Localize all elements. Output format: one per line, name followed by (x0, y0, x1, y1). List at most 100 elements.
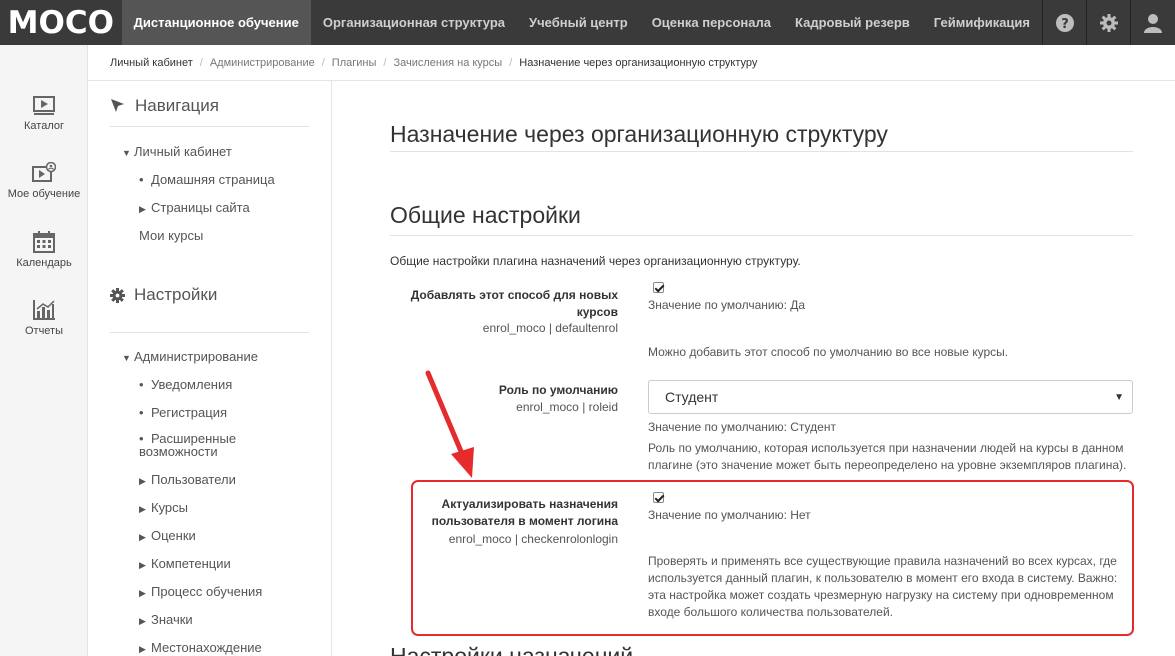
nav-tree-item[interactable]: • Домашняя страница (139, 172, 275, 187)
defaultenrol-checkbox[interactable] (653, 282, 664, 293)
expanded-icon: ▼ (122, 353, 131, 363)
settings-tree-item[interactable]: ▶ Значки (139, 612, 193, 627)
next-section-title: Настройки назначений (390, 643, 634, 656)
top-icons: ? (1042, 0, 1175, 45)
top-nav: Дистанционное обучение Организационная с… (121, 0, 1042, 45)
breadcrumb: Личный кабинет / Администрирование / Пла… (88, 45, 1175, 81)
navigation-block-label: Навигация (135, 96, 219, 115)
calendar-icon (33, 231, 55, 253)
divider (390, 151, 1133, 152)
rail-item-my-learning[interactable]: Мое обучение (0, 162, 88, 200)
setting-label-defaultenrol: Добавлять этот способ для новых курсов (390, 287, 618, 321)
rail-label: Отчеты (24, 325, 64, 337)
settings-tree-item[interactable]: ▶ Оценки (139, 528, 196, 543)
breadcrumb-item[interactable]: Личный кабинет (110, 57, 193, 69)
collapsed-icon: ▶ (139, 644, 146, 654)
nav-item-training-center[interactable]: Учебный центр (517, 0, 640, 45)
rail-item-calendar[interactable]: Календарь (0, 231, 88, 269)
nav-tree-item[interactable]: ▼ Личный кабинет (122, 144, 232, 159)
bullet-icon: • (139, 377, 144, 392)
breadcrumb-separator: / (199, 56, 203, 69)
expanded-icon: ▼ (122, 148, 131, 158)
top-bar: MOCO Дистанционное обучение Организацион… (0, 0, 1175, 45)
rail-item-reports[interactable]: Отчеты (0, 299, 88, 337)
settings-block-label: Настройки (134, 285, 218, 304)
breadcrumb-separator: / (383, 56, 387, 69)
settings-tree-label: Процесс обучения (151, 584, 263, 599)
breadcrumb-item[interactable]: Администрирование (210, 57, 315, 69)
setting-description: Можно добавить этот способ по умолчанию … (648, 345, 1009, 359)
settings-tree-label: Оценки (151, 528, 196, 543)
nav-tree-label: Страницы сайта (151, 200, 250, 215)
nav-item-org-structure[interactable]: Организационная структура (311, 0, 517, 45)
reports-icon (33, 300, 55, 320)
navigation-block-title[interactable]: Навигация (110, 96, 219, 116)
page-title: Назначение через организационную структу… (390, 121, 888, 147)
breadcrumb-item[interactable]: Плагины (332, 57, 377, 69)
rail-item-catalog[interactable]: Каталог (0, 96, 88, 132)
settings-tree-item[interactable]: • Уведомления (139, 377, 232, 392)
settings-tree-label: Регистрация (151, 405, 227, 420)
setting-label-line: курсов (576, 305, 618, 319)
side-blocks: Навигация ▼ Личный кабинет • Домашняя стра… (88, 81, 332, 656)
divider (110, 126, 309, 127)
breadcrumb-item[interactable]: Зачисления на курсы (393, 57, 502, 69)
catalog-icon (33, 96, 55, 115)
help-icon[interactable]: ? (1042, 0, 1086, 45)
collapsed-icon: ▶ (139, 204, 146, 214)
settings-tree-item-continuation[interactable]: возможности (139, 444, 218, 459)
divider (390, 235, 1133, 236)
divider (110, 332, 309, 333)
bullet-icon: • (139, 172, 144, 187)
setting-key: enrol_moco | defaultenrol (482, 321, 618, 335)
rail-label: Каталог (24, 120, 64, 132)
gear-icon[interactable] (1086, 0, 1130, 45)
role-select[interactable]: Студент ▼ (648, 380, 1133, 414)
nav-tree-label: Мои курсы (139, 228, 204, 243)
collapsed-icon: ▶ (139, 532, 146, 542)
settings-tree-label: Значки (151, 612, 193, 627)
nav-item-gamification[interactable]: Геймификация (922, 0, 1042, 45)
settings-tree-item[interactable]: ▶ Процесс обучения (139, 584, 262, 599)
chevron-down-icon: ▼ (1114, 392, 1124, 403)
settings-tree-item[interactable]: ▼ Администрирование (122, 349, 258, 364)
nav-tree-label: Домашняя страница (151, 172, 275, 187)
breadcrumb-separator: / (509, 56, 513, 69)
collapsed-icon: ▶ (139, 504, 146, 514)
setting-label-line: Добавлять этот способ для новых (410, 288, 618, 302)
settings-tree-label: Уведомления (151, 377, 233, 392)
nav-item-distance-learning[interactable]: Дистанционное обучение (121, 0, 311, 45)
nav-item-assessment[interactable]: Оценка персонала (640, 0, 783, 45)
settings-tree-item[interactable]: ▶ Местонахождение (139, 640, 262, 655)
nav-tree-item[interactable]: Мои курсы (139, 228, 203, 243)
setting-default: Значение по умолчанию: Да (648, 298, 806, 312)
setting-description-line: Роль по умолчанию, которая используется … (648, 441, 1124, 455)
setting-description: Роль по умолчанию, которая используется … (648, 440, 1138, 474)
settings-block-title[interactable]: Настройки (110, 285, 217, 305)
rail-label: Мое обучение (7, 188, 81, 200)
settings-tree-label: Компетенции (151, 556, 231, 571)
settings-tree-item[interactable]: ▶ Курсы (139, 500, 188, 515)
settings-tree-item[interactable]: ▶ Пользователи (139, 472, 236, 487)
setting-description-line: плагине (это значение может быть переопр… (648, 458, 1127, 472)
settings-tree-item[interactable]: • Регистрация (139, 405, 227, 420)
logo[interactable]: MOCO (0, 0, 122, 45)
breadcrumb-separator: / (321, 56, 325, 69)
role-select-value: Студент (665, 389, 719, 405)
rail-label: Календарь (16, 257, 72, 269)
settings-tree-item[interactable]: ▶ Компетенции (139, 556, 231, 571)
nav-tree-item[interactable]: ▶ Страницы сайта (139, 200, 250, 215)
svg-text:?: ? (1061, 17, 1069, 32)
collapsed-icon: ▶ (139, 476, 146, 486)
section-title: Общие настройки (390, 202, 581, 228)
collapsed-icon: ▶ (139, 560, 146, 570)
setting-default: Значение по умолчанию: Студент (648, 420, 836, 434)
section-intro: Общие настройки плагина назначений через… (390, 254, 801, 268)
breadcrumb-current: Назначение через организационную структу… (519, 56, 758, 69)
settings-tree-label: Местонахождение (151, 640, 262, 655)
collapsed-icon: ▶ (139, 588, 146, 598)
user-icon[interactable] (1130, 0, 1175, 45)
nav-item-talent-pool[interactable]: Кадровый резерв (783, 0, 922, 45)
settings-tree-label: возможности (139, 444, 218, 459)
settings-tree-label: Курсы (151, 500, 189, 515)
